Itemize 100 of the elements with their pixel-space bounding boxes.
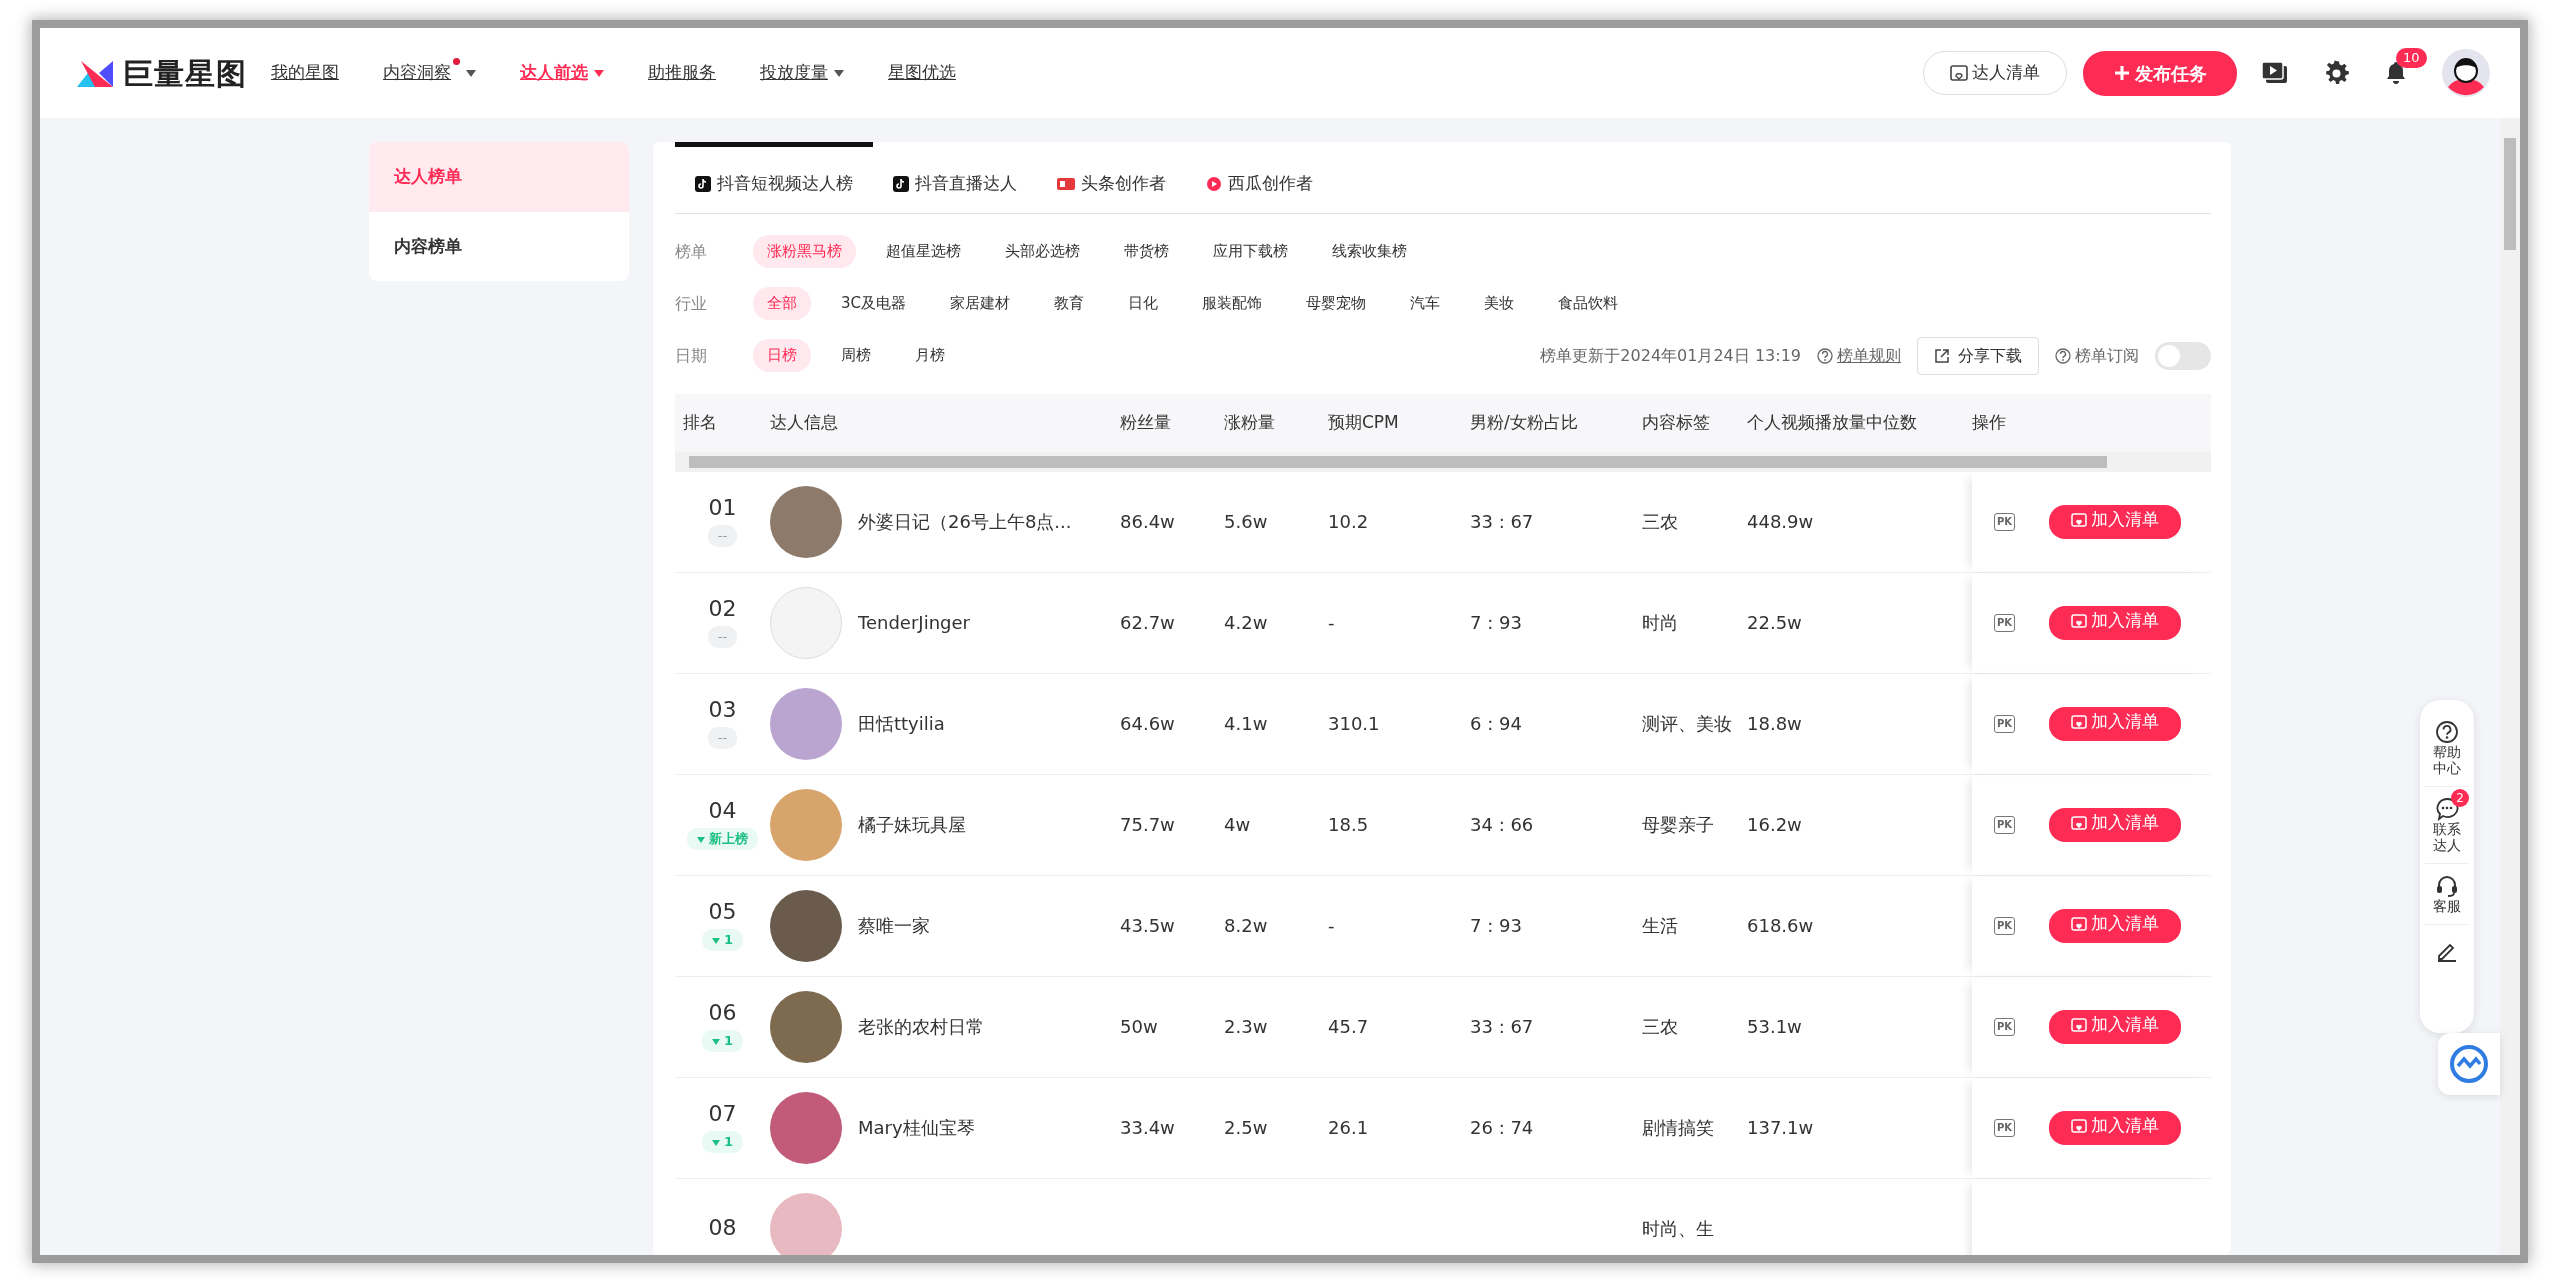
filter-chip[interactable]: 3C及电器 (827, 287, 921, 320)
table-cell: 7 : 93 (1470, 612, 1522, 633)
filter-chip[interactable]: 教育 (1040, 287, 1099, 320)
filter-chip[interactable]: 超值星选榜 (872, 235, 975, 268)
add-to-list-button[interactable]: 加入清单 (2049, 908, 2182, 943)
filter-chip[interactable]: 头部必选榜 (991, 235, 1094, 268)
rank-number: 03 (708, 698, 737, 723)
add-to-list-button[interactable]: 加入清单 (2049, 1009, 2182, 1044)
list-icon (2071, 915, 2088, 932)
horizontal-scrollbar[interactable] (675, 451, 2211, 472)
platform-tab[interactable]: 抖音短视频达人榜 (675, 142, 873, 213)
video-icon (2261, 60, 2289, 86)
add-to-list-button[interactable]: 加入清单 (2049, 807, 2182, 842)
platform-tab[interactable]: 头条创作者 (1037, 142, 1186, 213)
photo-placeholder (770, 1192, 842, 1255)
add-to-list-button[interactable]: 加入清单 (2049, 605, 2182, 640)
pk-button[interactable]: PK (1994, 1118, 2016, 1137)
helper-item[interactable]: 联系达人 2 (2425, 787, 2469, 865)
table-cell: 62.7w (1120, 612, 1175, 633)
table-cell: 时尚、生 (1642, 1218, 1714, 1239)
music-note-icon (893, 175, 909, 192)
rank-change: -- (707, 525, 738, 547)
filter-chip[interactable]: 服装配饰 (1188, 287, 1277, 320)
talent-name: 外婆日记（26号上午8点... (858, 510, 1072, 534)
pk-button[interactable]: PK (1994, 916, 2016, 935)
talent-list-button[interactable]: 达人清单 (1923, 51, 2067, 95)
list-icon (2071, 1016, 2088, 1033)
rank-number: 02 (708, 597, 737, 622)
table-cell: 43.5w (1120, 915, 1175, 936)
filter-chip[interactable]: 月榜 (901, 339, 959, 372)
filter-chip[interactable]: 母婴宠物 (1292, 287, 1381, 320)
publish-task-button[interactable]: 发布任务 (2083, 50, 2237, 96)
table-cell: 5.6w (1224, 511, 1268, 532)
pk-button[interactable]: PK (1994, 1017, 2016, 1036)
column-header: 达人信息 (770, 410, 839, 434)
caret-icon (834, 69, 844, 77)
table-cell: 53.1w (1747, 1016, 1802, 1037)
rank-number: 04 (708, 799, 737, 824)
table-cell: 8.2w (1224, 915, 1268, 936)
table-cell: 18.5 (1328, 814, 1369, 835)
subscribe-toggle[interactable] (2155, 341, 2211, 370)
chat-icon (2435, 797, 2459, 822)
table-cell: 10.2 (1328, 511, 1369, 532)
filter-chip[interactable]: 周榜 (827, 339, 885, 372)
music-note-icon (695, 175, 711, 192)
helper-item[interactable]: 客服 (2425, 864, 2469, 926)
add-to-list-button[interactable]: 加入清单 (2049, 1110, 2182, 1145)
filter-chip[interactable]: 带货榜 (1110, 235, 1183, 268)
rank-number: 05 (708, 900, 737, 925)
helper-item[interactable]: 帮助中心 (2425, 710, 2469, 788)
table-cell: 33 : 67 (1470, 1016, 1534, 1037)
column-header: 男粉/女粉占比 (1470, 410, 1579, 434)
headset-icon (2435, 874, 2459, 899)
column-header: 操作 (1972, 410, 2007, 434)
pk-button[interactable]: PK (1994, 512, 2016, 531)
caret-icon (466, 69, 476, 77)
notification-dot (453, 58, 460, 66)
rank-change: -- (707, 727, 738, 749)
table-cell: - (1328, 915, 1335, 936)
settings-icon (2323, 59, 2350, 87)
triangle-icon (711, 1038, 720, 1045)
filter-chip[interactable]: 应用下载榜 (1199, 235, 1302, 268)
table-cell: 33.4w (1120, 1117, 1175, 1138)
rules-link[interactable]: 榜单规则 (1817, 343, 1901, 368)
rank-number: 07 (708, 1102, 737, 1127)
table-cell: 三农 (1642, 1016, 1678, 1037)
filter-chip[interactable]: 食品饮料 (1544, 287, 1633, 320)
pk-button[interactable]: PK (1994, 714, 2016, 733)
column-header: 预期CPM (1328, 410, 1400, 434)
filter-label: 行业 (675, 292, 708, 315)
table-cell: 45.7 (1328, 1016, 1369, 1037)
filter-chip[interactable]: 线索收集榜 (1318, 235, 1421, 268)
pk-button[interactable]: PK (1994, 613, 2016, 632)
filter-chip[interactable]: 日化 (1114, 287, 1173, 320)
filter-chip[interactable]: 汽车 (1396, 287, 1455, 320)
filter-chip[interactable]: 家居建材 (936, 287, 1025, 320)
table-cell: 7 : 93 (1470, 915, 1522, 936)
column-header: 涨粉量 (1224, 410, 1276, 434)
platform-tab[interactable]: 西瓜创作者 (1186, 142, 1333, 213)
share-download-button[interactable]: 分享下载 (1917, 336, 2039, 375)
filter-chip[interactable]: 美妆 (1470, 287, 1529, 320)
table-cell: 6 : 94 (1470, 713, 1522, 734)
table-cell: 64.6w (1120, 713, 1175, 734)
sidebar-item[interactable]: 内容榜单 (369, 211, 629, 281)
rank-number: 06 (708, 1001, 737, 1026)
pk-button[interactable]: PK (1994, 815, 2016, 834)
talent-name: 蔡唯一家 (858, 914, 930, 938)
platform-tab[interactable]: 抖音直播达人 (873, 142, 1037, 213)
unread-count: 2 (2451, 789, 2469, 808)
talent-name: TenderJinger (858, 611, 970, 635)
table-cell: 母婴亲子 (1642, 814, 1714, 835)
talent-name: 橘子妹玩具屋 (858, 813, 966, 837)
help-icon (2435, 720, 2459, 744)
add-to-list-button[interactable]: 加入清单 (2049, 706, 2182, 741)
add-to-list-button[interactable]: 加入清单 (2049, 504, 2182, 539)
talent-name: Mary桂仙宝琴 (858, 1116, 975, 1140)
table-cell: 310.1 (1328, 713, 1380, 734)
vertical-scrollbar[interactable] (2500, 118, 2520, 1255)
table-cell: 生活 (1642, 915, 1678, 936)
help-icon (1817, 347, 1833, 364)
